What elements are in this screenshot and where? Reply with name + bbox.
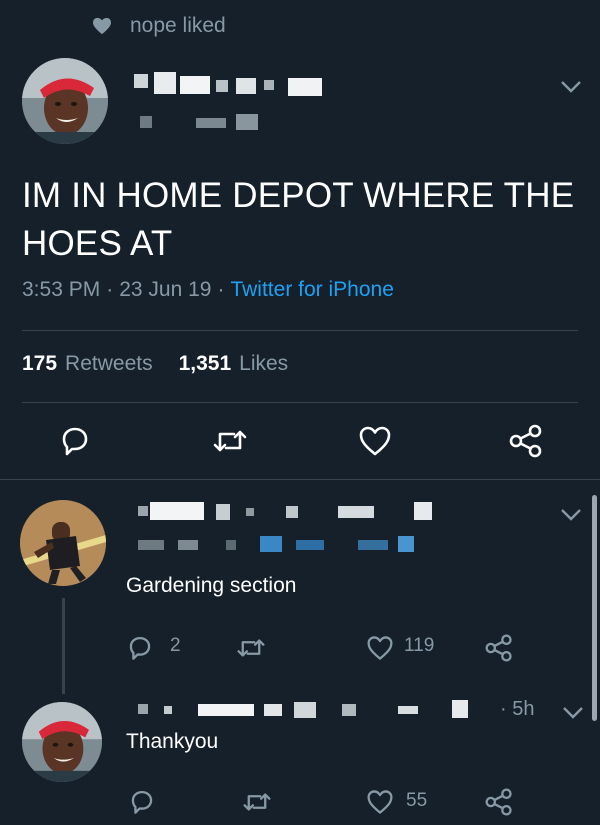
like-icon[interactable] xyxy=(366,789,394,815)
like-count: 55 xyxy=(406,790,428,811)
censored-handle xyxy=(136,534,426,556)
heart-icon xyxy=(93,17,111,35)
reply-count: 2 xyxy=(170,635,181,656)
chevron-down-icon[interactable] xyxy=(560,508,582,522)
social-context: nope liked xyxy=(92,12,226,40)
censored-username xyxy=(136,498,436,524)
like-icon[interactable] xyxy=(366,635,394,661)
avatar[interactable] xyxy=(22,702,102,782)
tweet-text: IM IN HOME DEPOT WHERE THE HOES AT xyxy=(22,176,575,263)
likes-count[interactable]: 1,351 xyxy=(179,352,232,376)
avatar[interactable] xyxy=(22,58,108,144)
reply-text: Thankyou xyxy=(126,730,219,753)
meta-separator: · xyxy=(106,278,114,301)
retweet-icon[interactable] xyxy=(236,634,266,662)
divider xyxy=(22,330,578,331)
tweet-date[interactable]: 23 Jun 19 xyxy=(119,278,211,302)
retweet-icon[interactable] xyxy=(212,424,248,458)
divider xyxy=(0,479,600,480)
censored-handle xyxy=(140,112,300,134)
retweets-count[interactable]: 175 xyxy=(22,352,57,376)
censored-username xyxy=(128,70,338,98)
avatar[interactable] xyxy=(20,500,106,586)
tweet-source[interactable]: Twitter for iPhone xyxy=(230,278,393,302)
share-icon[interactable] xyxy=(484,634,514,662)
like-count: 119 xyxy=(404,635,435,656)
reply-text: Gardening section xyxy=(126,574,297,597)
chevron-down-icon[interactable] xyxy=(562,706,584,720)
tweet-stats: 175 Retweets 1,351 Likes xyxy=(22,352,288,376)
scrollbar[interactable] xyxy=(592,495,597,721)
thread-line xyxy=(62,598,65,694)
share-icon[interactable] xyxy=(508,424,544,458)
reply-icon[interactable] xyxy=(126,634,154,662)
likes-label[interactable]: Likes xyxy=(239,352,288,376)
share-icon[interactable] xyxy=(484,788,514,816)
divider xyxy=(22,402,578,403)
like-icon[interactable] xyxy=(358,425,392,457)
social-context-text: nope liked xyxy=(130,14,226,37)
reply-icon[interactable] xyxy=(58,424,92,458)
censored-username xyxy=(136,698,486,722)
reply-icon[interactable] xyxy=(128,788,156,816)
retweets-label[interactable]: Retweets xyxy=(65,352,153,376)
meta-separator: · xyxy=(217,278,225,301)
tweet-time[interactable]: 3:53 PM xyxy=(22,278,100,302)
reply-timestamp: · 5h xyxy=(500,698,535,720)
chevron-down-icon[interactable] xyxy=(560,80,582,94)
tweet-meta: 3:53 PM · 23 Jun 19 · Twitter for iPhone xyxy=(22,278,394,302)
retweet-icon[interactable] xyxy=(242,788,272,816)
